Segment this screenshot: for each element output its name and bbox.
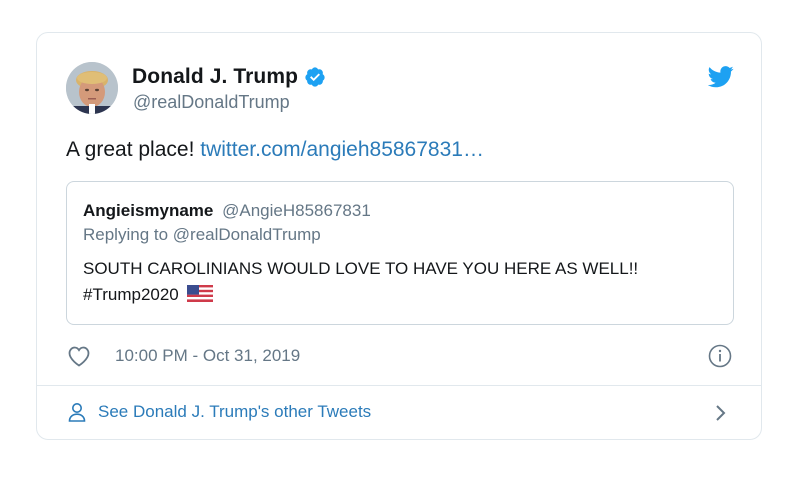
author-name-row: Donald J. Trump xyxy=(132,65,326,89)
quoted-author-handle: @AngieH85867831 xyxy=(222,201,371,220)
verified-badge-icon xyxy=(304,66,326,88)
chevron-right-icon[interactable] xyxy=(714,402,728,424)
footer-divider xyxy=(37,385,761,386)
heart-icon[interactable] xyxy=(66,345,92,367)
tweet-body-text: A great place! xyxy=(66,138,201,161)
quoted-tweet-body: SOUTH CAROLINIANS WOULD LOVE TO HAVE YOU… xyxy=(83,259,639,304)
quoted-author-name: Angieismyname xyxy=(83,201,214,220)
info-icon[interactable] xyxy=(708,344,732,368)
avatar[interactable] xyxy=(66,62,118,114)
quoted-tweet-header: Angieismyname @AngieH85867831 xyxy=(83,201,371,221)
tweet-footer[interactable]: See Donald J. Trump's other Tweets xyxy=(66,399,732,427)
tweet-meta-row: 10:00 PM - Oct 31, 2019 xyxy=(66,343,732,371)
twitter-bird-icon[interactable] xyxy=(707,66,734,88)
author-handle[interactable]: @realDonaldTrump xyxy=(133,92,290,113)
tweet-text: A great place! twitter.com/angieh8586783… xyxy=(66,138,484,162)
tweet-link[interactable]: twitter.com/angieh85867831… xyxy=(200,138,484,161)
quoted-tweet[interactable]: Angieismyname @AngieH85867831 Replying t… xyxy=(66,181,734,325)
quoted-tweet-text: SOUTH CAROLINIANS WOULD LOVE TO HAVE YOU… xyxy=(83,256,713,308)
embedded-tweet-card: Donald J. Trump @realDonaldTrump A great… xyxy=(36,32,762,440)
tweet-header: Donald J. Trump @realDonaldTrump xyxy=(66,62,734,118)
tweet-timestamp[interactable]: 10:00 PM - Oct 31, 2019 xyxy=(115,346,300,366)
us-flag-icon xyxy=(187,284,214,302)
other-tweets-link[interactable]: See Donald J. Trump's other Tweets xyxy=(98,402,371,422)
author-display-name[interactable]: Donald J. Trump xyxy=(132,65,298,89)
quoted-replying-to: Replying to @realDonaldTrump xyxy=(83,225,321,244)
person-icon xyxy=(66,401,88,423)
